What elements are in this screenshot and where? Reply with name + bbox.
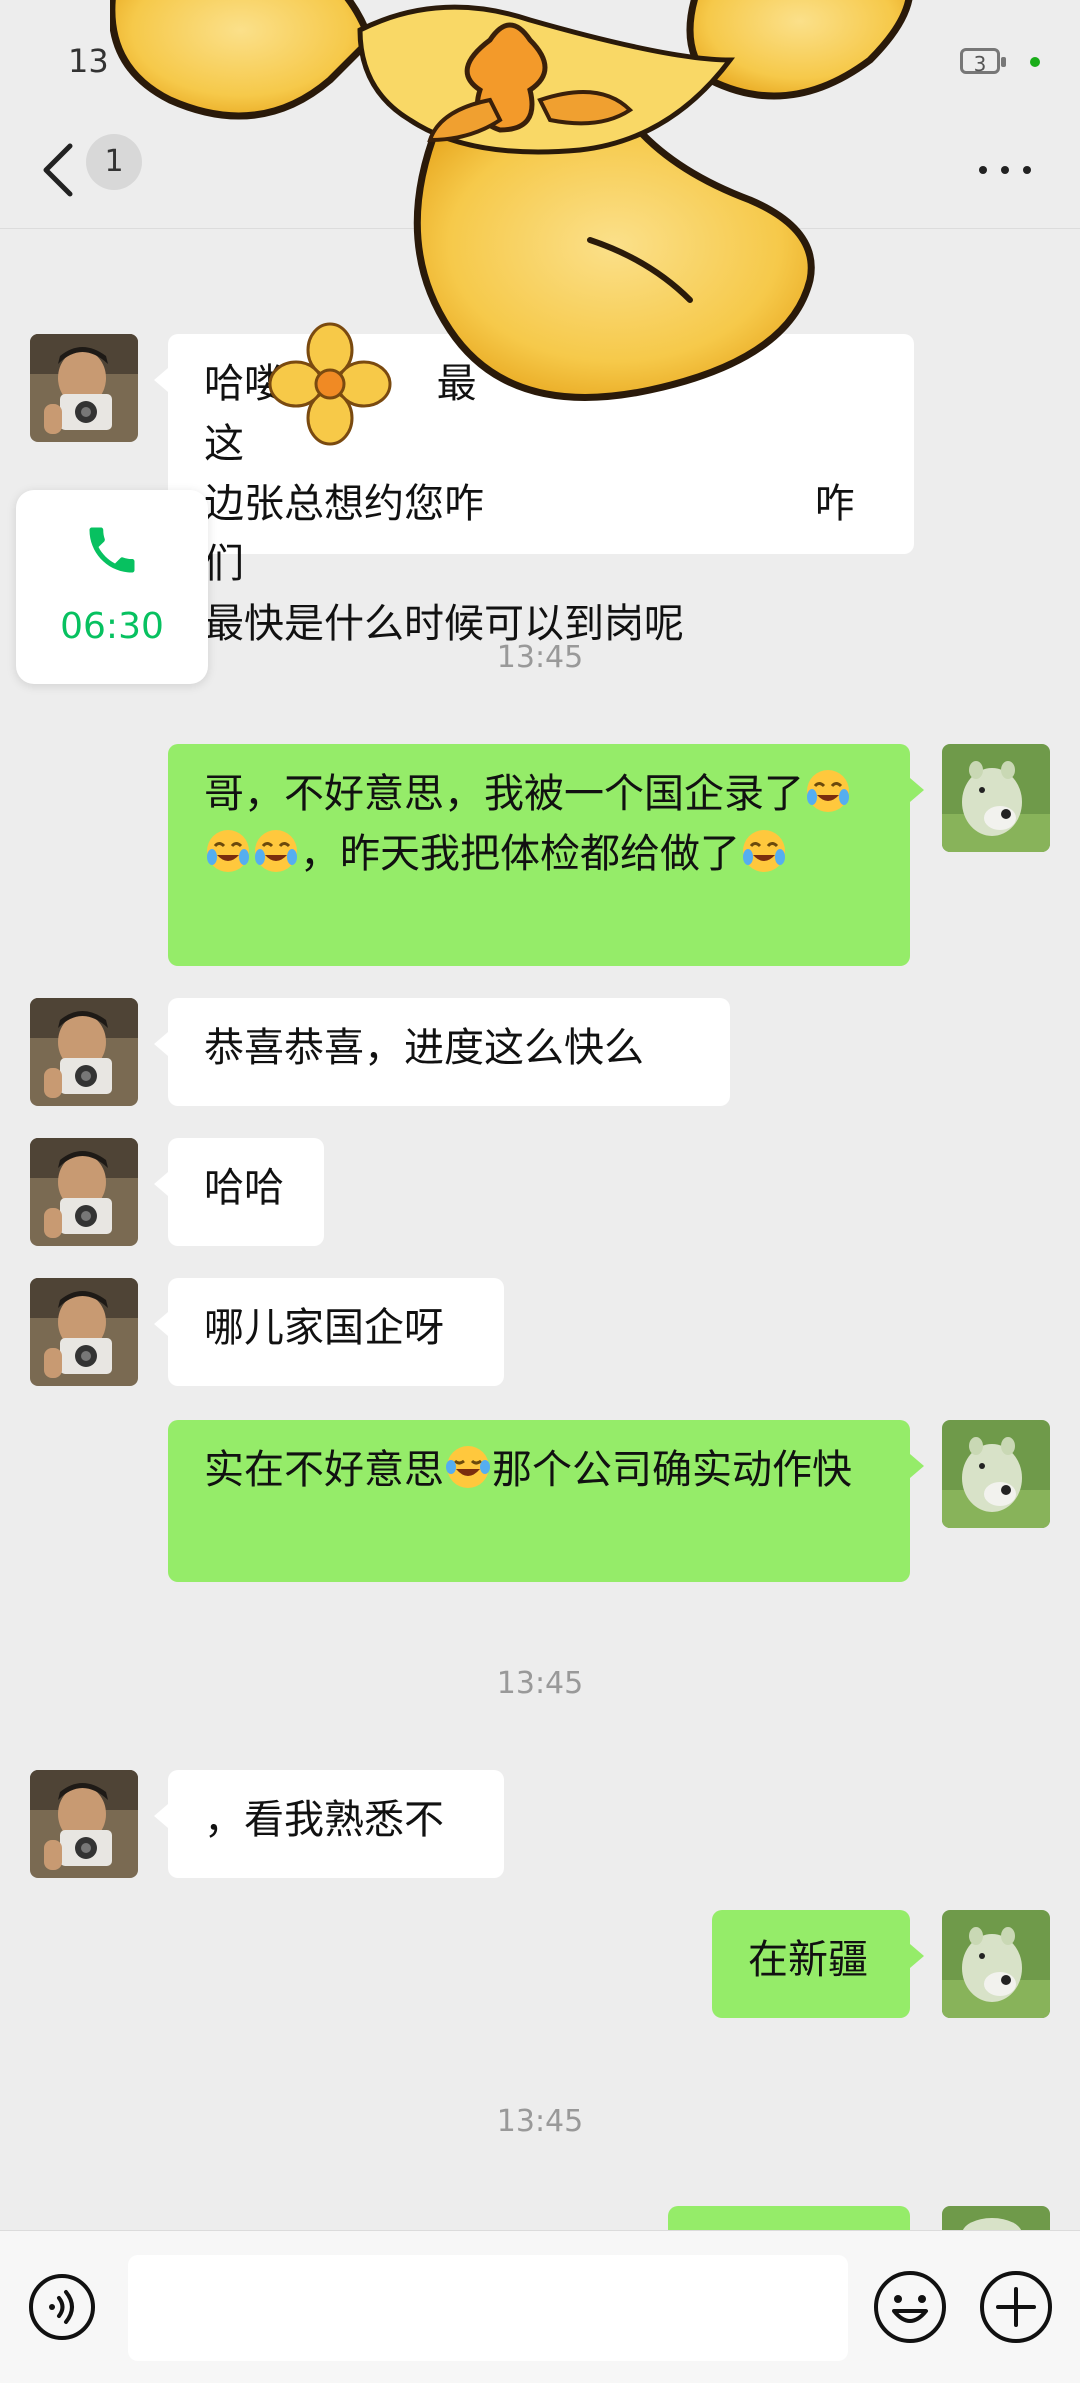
emoji-picker-icon[interactable] <box>872 2269 948 2345</box>
message-text: ，昨天我把体检都给做了 <box>300 831 740 877</box>
voice-input-icon[interactable] <box>28 2273 96 2341</box>
my-avatar[interactable] <box>942 744 1050 852</box>
laughing-tears-emoji-icon <box>807 770 849 812</box>
message-bubble[interactable]: 哪儿家国企呀 <box>154 1278 504 1386</box>
battery-level: 3 <box>973 52 987 76</box>
notification-dot-icon <box>1030 57 1040 67</box>
message-bubble[interactable]: 哈哈 <box>154 1138 324 1246</box>
message-bubble[interactable]: 哥，不好意思，我被一个国企录了 ，昨天我把体检都给做了 <box>168 744 924 966</box>
message-timestamp: 13:45 <box>496 1666 584 1701</box>
add-more-icon[interactable] <box>978 2269 1054 2345</box>
more-options-button[interactable] <box>975 150 1035 190</box>
unread-count-badge: 1 <box>86 134 142 190</box>
message-timestamp: 13:45 <box>496 2104 584 2139</box>
tears-of-joy-emoji-icon <box>446 1446 490 1488</box>
contact-avatar[interactable] <box>30 1278 138 1386</box>
laughing-tears-emoji-icon <box>207 830 249 872</box>
my-avatar[interactable] <box>942 1910 1050 2018</box>
status-time: 13 <box>68 42 109 80</box>
message-timestamp: 13:45 <box>496 640 584 675</box>
message-bubble-partial[interactable] <box>668 2206 924 2264</box>
contact-avatar[interactable] <box>30 1138 138 1246</box>
laughing-tears-emoji-icon <box>255 830 297 872</box>
contact-avatar[interactable] <box>30 334 138 442</box>
laughing-tears-emoji-icon <box>743 830 785 872</box>
message-bubble[interactable]: 恭喜恭喜，进度这么快么 <box>154 998 730 1106</box>
flower-emoji-icon <box>268 322 392 446</box>
message-text: 那个公司确实动作快 <box>492 1447 852 1493</box>
phone-icon <box>89 527 135 573</box>
message-bubble[interactable]: 实在不好意思 那个公司确实动作快 <box>168 1420 924 1582</box>
my-avatar[interactable] <box>942 1420 1050 1528</box>
message-text: 实在不好意思 <box>204 1447 444 1493</box>
message-bubble[interactable]: ，看我熟悉不 <box>154 1770 504 1878</box>
message-input[interactable] <box>128 2255 848 2361</box>
contact-avatar[interactable] <box>30 998 138 1106</box>
message-text: 哥，不好意思，我被一个国企录了 <box>204 771 804 817</box>
my-avatar[interactable] <box>942 2206 1050 2230</box>
back-arrow-icon[interactable] <box>36 138 80 202</box>
input-bar <box>0 2230 1080 2383</box>
battery-icon: 3 <box>960 48 1006 76</box>
status-bar: 13 3 <box>0 0 1080 120</box>
message-bubble[interactable]: 在新疆 <box>712 1910 924 2018</box>
chat-header: 1 <box>0 120 1080 229</box>
contact-avatar[interactable] <box>30 1770 138 1878</box>
